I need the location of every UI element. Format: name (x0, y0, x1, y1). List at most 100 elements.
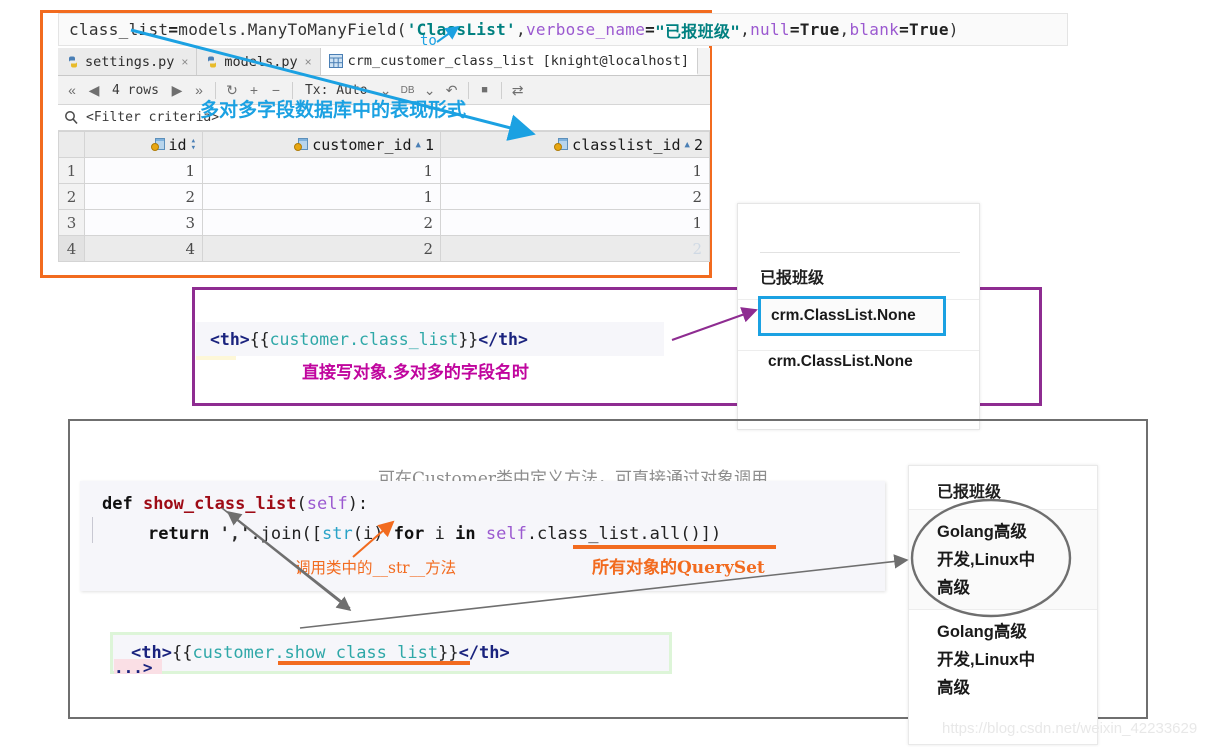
cell-classlist-id-selected[interactable]: 2 (440, 235, 710, 262)
to-arrow-label: to (420, 33, 437, 49)
golang-row-1-line-1: Golang高级 (937, 523, 1027, 541)
next-page-icon[interactable]: ▶ (167, 80, 187, 100)
toolbar-divider (467, 81, 469, 99)
code-token: return (148, 524, 220, 544)
cell-id[interactable]: 1 (84, 157, 203, 184)
code-token: (i) (352, 524, 394, 544)
classlist-none-row-2: crm.ClassList.None (768, 353, 913, 370)
ide-tab-label: settings.py (85, 53, 175, 70)
code-token: ',' (219, 524, 251, 544)
code-token: }} (438, 643, 459, 663)
row-number: 2 (58, 183, 85, 210)
code-token: }} (458, 329, 479, 349)
sort-asc-icon[interactable]: ▲ (416, 140, 421, 150)
code-token: null (750, 20, 790, 39)
table-icon (328, 53, 343, 68)
column-header-classlist-id[interactable]: classlist_id ▲ 2 (440, 131, 710, 158)
column-header-id[interactable]: id ▴ ▾ (84, 131, 203, 158)
cell-id[interactable]: 4 (84, 235, 203, 262)
sort-both-icon[interactable]: ▴ ▾ (191, 136, 196, 152)
row-number: 1 (58, 157, 85, 184)
close-icon[interactable]: × (305, 55, 312, 69)
code-token: blank (849, 20, 900, 39)
template-show-class-list-code: <th>{{ customer.show_class_list }} </th> (110, 632, 672, 674)
magnifier-icon (64, 110, 79, 125)
primary-key-icon (150, 138, 165, 151)
classlist-none-row-highlighted[interactable]: crm.ClassList.None (758, 296, 946, 336)
table-row[interactable]: 2 2 1 2 (58, 183, 710, 210)
sort-order-index: 1 (424, 135, 434, 154)
column-label: customer_id (312, 135, 412, 154)
table-row[interactable]: 1 1 1 1 (58, 157, 710, 184)
golang-row-2-line-1: Golang高级 (937, 623, 1027, 641)
grid-corner-cell (58, 131, 85, 158)
queryset-underline (573, 545, 776, 549)
python-file-icon (66, 55, 80, 69)
show-class-list-underline (278, 661, 470, 665)
panel-none-header: 已报班级 (760, 270, 825, 287)
code-token: str (322, 524, 353, 544)
table-row[interactable]: 3 3 2 1 (58, 209, 710, 236)
code-token: = (789, 20, 800, 39)
column-header-customer-id[interactable]: customer_id ▲ 1 (202, 131, 441, 158)
ide-tab-3[interactable]: crm_customer_class_list [knight@localhos… (320, 48, 698, 75)
close-icon[interactable]: × (181, 55, 188, 69)
column-label: classlist_id (572, 135, 681, 154)
cell-customer-id[interactable]: 2 (202, 235, 441, 262)
code-token: = (168, 20, 179, 39)
code-token: , (839, 20, 850, 39)
code-token: verbose_name (525, 20, 646, 39)
golang-row-1-line-2: 开发,Linux中 (937, 551, 1036, 569)
prev-page-icon[interactable]: ◀ (84, 80, 104, 100)
result-grid[interactable]: id ▴ ▾ customer_id ▲ 1 classlist_id ▲ 2 1… (58, 131, 710, 262)
toolbar-divider (500, 81, 502, 99)
ide-tab-2[interactable]: models.py × (197, 48, 321, 75)
code-token: in (455, 524, 486, 544)
row-number: 4 (58, 235, 85, 262)
code-token: customer.show_class_list (192, 643, 439, 663)
indent-guide (92, 517, 93, 543)
template-class-list-code: <th>{{ customer.class_list }} </th> (196, 322, 664, 356)
cell-id[interactable]: 3 (84, 209, 203, 236)
code-token: .class_list.all()]) (526, 524, 722, 544)
code-token: True (909, 20, 949, 39)
code-token: i (434, 524, 456, 544)
code-token: True (799, 20, 840, 39)
code-token: self (306, 494, 348, 514)
code-token: models.ManyToManyField( (178, 20, 407, 39)
code-token: ) (948, 20, 959, 39)
divider (760, 252, 960, 253)
code-token: {{ (171, 643, 193, 663)
cell-classlist-id[interactable]: 1 (440, 209, 710, 236)
cell-customer-id[interactable]: 2 (202, 209, 441, 236)
ide-tab-bar[interactable]: settings.py × models.py × crm_customer_class… (58, 48, 710, 76)
export-data-icon[interactable]: ⇄ (508, 80, 528, 100)
code-token: .join([ (250, 524, 323, 544)
table-row[interactable]: 4 4 2 2 (58, 235, 710, 262)
row-count-label: 4 rows (112, 82, 159, 98)
python-code-line-1: def show_class_list(self): (102, 489, 885, 519)
first-page-icon[interactable]: « (62, 80, 82, 100)
code-token: def (102, 494, 143, 514)
golang-row-2: Golang高级 开发,Linux中 高级 (937, 618, 1035, 702)
ide-tab-label: crm_customer_class_list [knight@localhos… (347, 52, 689, 69)
code-token: customer.class_list (269, 329, 459, 349)
panel-golang-header: 已报班级 (937, 484, 1002, 501)
stop-icon[interactable]: ■ (475, 80, 495, 100)
model-field-code-line: class_list = models.ManyToManyField('Cla… (58, 13, 1068, 46)
code-token: ( (296, 494, 307, 514)
golang-row-1-line-3: 高级 (937, 579, 970, 597)
ide-tab-1[interactable]: settings.py × (58, 48, 198, 75)
divider (909, 609, 1097, 610)
sort-asc-icon[interactable]: ▲ (685, 140, 690, 150)
cell-customer-id[interactable]: 1 (202, 157, 441, 184)
code-token: show_class_list (142, 494, 297, 514)
ide-tab-label: models.py (224, 53, 298, 70)
cell-classlist-id[interactable]: 2 (440, 183, 710, 210)
cell-customer-id[interactable]: 1 (202, 183, 441, 210)
code-token: self (485, 524, 527, 544)
watermark: https://blog.csdn.net/weixin_42233629 (942, 720, 1198, 737)
golang-row-2-line-2: 开发,Linux中 (937, 651, 1036, 669)
cell-id[interactable]: 2 (84, 183, 203, 210)
cell-classlist-id[interactable]: 1 (440, 157, 710, 184)
